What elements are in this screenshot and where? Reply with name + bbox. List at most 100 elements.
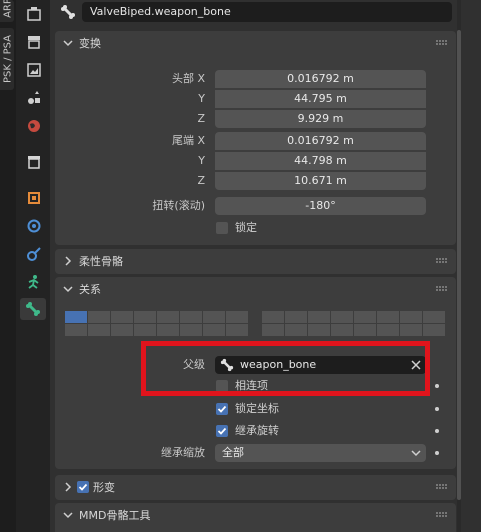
transform-panel: 变换 头部 X 0.016792 m Y 44.795 m Z 9.929 m …	[55, 31, 456, 245]
bendy-bones-panel: 柔性骨骼	[55, 249, 456, 274]
tool-icon[interactable]	[23, 3, 45, 25]
layer-button[interactable]	[423, 324, 445, 336]
world-icon[interactable]	[23, 115, 45, 137]
layer-button[interactable]	[65, 311, 87, 323]
head-x-label: 头部 X	[171, 72, 205, 85]
object-icon[interactable]	[23, 187, 45, 209]
keyframe-dot[interactable]	[435, 384, 439, 388]
bendy-bones-panel-header[interactable]: 柔性骨骼	[55, 249, 456, 274]
mmd-panel-header[interactable]: MMD骨骼工具	[55, 503, 456, 528]
checkmark-icon	[78, 483, 88, 491]
bone-name-field[interactable]: ValveBiped.weapon_bone	[82, 2, 452, 22]
layer-button[interactable]	[354, 324, 376, 336]
inherit-scale-value: 全部	[222, 446, 244, 459]
roll-field[interactable]: -180°	[215, 197, 426, 215]
side-tabs: ARP PSK / PSA	[0, 0, 15, 532]
physics-icon[interactable]	[23, 215, 45, 237]
shape-title: 形变	[93, 481, 115, 494]
layer-button[interactable]	[400, 324, 422, 336]
layer-button[interactable]	[226, 324, 248, 336]
tail-z-field[interactable]: 10.671 m	[215, 172, 426, 190]
layer-button[interactable]	[203, 324, 225, 336]
side-tab-psk-psa[interactable]: PSK / PSA	[0, 28, 14, 90]
layer-button[interactable]	[331, 324, 353, 336]
chevron-right-icon	[65, 482, 72, 492]
bone-icon	[61, 5, 75, 19]
transform-panel-header[interactable]: 变换	[55, 31, 456, 56]
inherit-scale-dropdown[interactable]: 全部	[215, 444, 426, 462]
head-z-label: Z	[197, 112, 205, 125]
layer-button[interactable]	[308, 311, 330, 323]
layer-button[interactable]	[157, 324, 179, 336]
tail-x-field[interactable]: 0.016792 m	[215, 132, 426, 150]
head-y-label: Y	[198, 92, 205, 105]
bendy-bones-title: 柔性骨骼	[79, 255, 123, 268]
layer-button[interactable]	[180, 311, 202, 323]
layer-button[interactable]	[88, 311, 110, 323]
inherit-scale-label: 继承缩放	[161, 446, 205, 459]
properties-tab-column	[16, 0, 50, 532]
tail-y-field[interactable]: 44.798 m	[215, 152, 426, 170]
layer-button[interactable]	[308, 324, 330, 336]
layer-button[interactable]	[111, 311, 133, 323]
data-icon[interactable]	[23, 271, 45, 293]
drag-grip-icon[interactable]	[436, 286, 448, 292]
layer-button[interactable]	[285, 311, 307, 323]
relations-panel-header[interactable]: 关系	[55, 277, 456, 302]
scrollbar-thumb[interactable]	[457, 30, 461, 500]
drag-grip-icon[interactable]	[436, 512, 448, 518]
layer-button[interactable]	[134, 324, 156, 336]
layer-button[interactable]	[262, 324, 284, 336]
layer-button[interactable]	[226, 311, 248, 323]
view-layer-icon[interactable]	[23, 87, 45, 109]
layer-button[interactable]	[134, 311, 156, 323]
layer-button[interactable]	[203, 311, 225, 323]
mmd-title: MMD骨骼工具	[79, 509, 151, 522]
lock-checkbox[interactable]	[216, 222, 228, 234]
layer-button[interactable]	[354, 311, 376, 323]
keyframe-dot[interactable]	[435, 407, 439, 411]
object-constraints-icon[interactable]	[23, 243, 45, 265]
layer-button[interactable]	[285, 324, 307, 336]
shape-panel: 形变	[55, 475, 456, 500]
tail-z-label: Z	[197, 174, 205, 187]
shape-checkbox[interactable]	[77, 481, 89, 493]
layer-button[interactable]	[423, 311, 445, 323]
inherit-rotation-checkbox[interactable]	[216, 425, 228, 437]
mmd-bone-tools-panel: MMD骨骼工具	[55, 503, 456, 532]
render-icon[interactable]	[23, 31, 45, 53]
layer-button[interactable]	[377, 311, 399, 323]
roll-label: 扭转(滚动)	[152, 199, 205, 212]
chevron-right-icon	[65, 256, 72, 266]
layer-button[interactable]	[65, 324, 87, 336]
layer-button[interactable]	[377, 324, 399, 336]
layer-button[interactable]	[111, 324, 133, 336]
transform-title: 变换	[79, 37, 101, 50]
output-icon[interactable]	[23, 59, 45, 81]
drag-grip-icon[interactable]	[436, 40, 448, 46]
drag-grip-icon[interactable]	[436, 258, 448, 264]
collection-icon[interactable]	[23, 151, 45, 173]
shape-panel-header[interactable]: 形变	[55, 475, 456, 500]
layer-button[interactable]	[180, 324, 202, 336]
layer-button[interactable]	[88, 324, 110, 336]
layer-button[interactable]	[157, 311, 179, 323]
keyframe-dot[interactable]	[435, 429, 439, 433]
bone-icon[interactable]	[20, 298, 46, 320]
chevron-down-icon	[63, 40, 73, 47]
layer-button[interactable]	[331, 311, 353, 323]
layer-button[interactable]	[400, 311, 422, 323]
keyframe-dot[interactable]	[435, 451, 439, 455]
inherit-rotation-label: 继承旋转	[235, 424, 279, 437]
layer-button[interactable]	[262, 311, 284, 323]
local-location-label: 锁定坐标	[235, 402, 279, 415]
local-location-checkbox[interactable]	[216, 403, 228, 415]
chevron-down-icon	[63, 286, 73, 293]
head-x-field[interactable]: 0.016792 m	[215, 70, 426, 88]
highlight-box	[141, 341, 430, 396]
checkmark-icon	[217, 427, 227, 435]
head-y-field[interactable]: 44.795 m	[215, 90, 426, 108]
chevron-down-icon	[63, 512, 73, 519]
drag-grip-icon[interactable]	[436, 484, 448, 490]
head-z-field[interactable]: 9.929 m	[215, 110, 426, 128]
